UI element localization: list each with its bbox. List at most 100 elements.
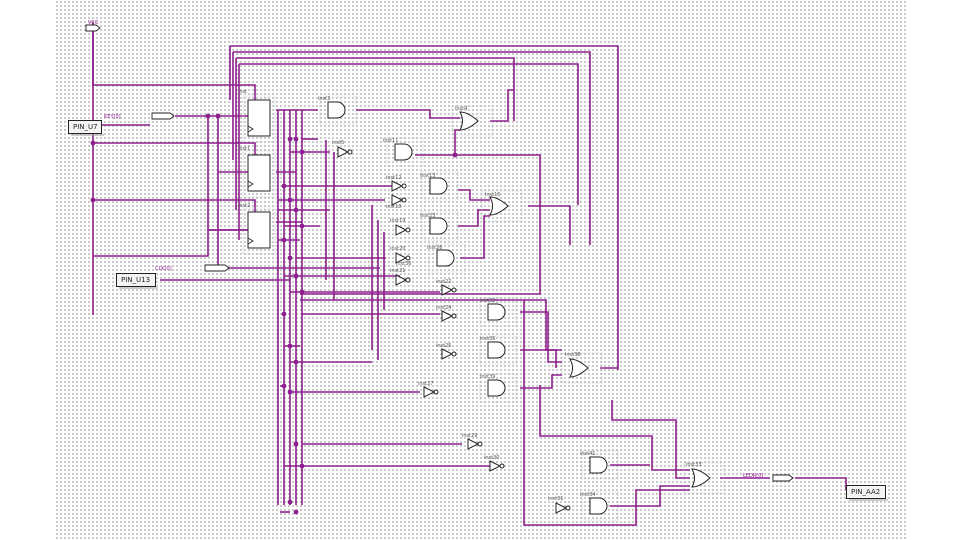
not-gate-bubble (401, 197, 407, 203)
junction-dot (293, 273, 299, 279)
wire (795, 477, 847, 490)
instance-label-inst22: inst22 (436, 279, 452, 285)
junction-dot (215, 113, 221, 119)
junction-dot (281, 183, 287, 189)
instance-label-inst36: inst36 (396, 261, 412, 267)
not-inst27 (423, 386, 436, 398)
instance-label-inst26: inst26 (427, 245, 443, 251)
not-gate-bubble (499, 463, 505, 469)
instance-label-inst12: inst12 (386, 175, 402, 181)
instance-label-inst18: inst18 (386, 204, 402, 210)
wire (611, 400, 690, 479)
junction-dot (281, 237, 287, 243)
instance-label-inst41: inst41 (580, 451, 596, 457)
instance-label-inst23: inst23 (420, 213, 436, 219)
not-inst5 (337, 146, 350, 158)
junction-dot (287, 136, 293, 142)
wire (458, 209, 490, 227)
instance-label-inst11: inst11 (383, 138, 399, 144)
key-input-symbol (151, 112, 175, 120)
or-inst38 (569, 358, 589, 378)
junction-dot (287, 499, 293, 505)
schematic-drawing: VCC KEY[0] CLK[0] LEDR[0] inst inst1 inst2 inst… (85, 20, 847, 526)
or-inst15 (489, 196, 509, 216)
instance-label-inst: inst (238, 89, 247, 95)
and-inst26 (436, 249, 455, 267)
wire (454, 129, 460, 155)
junction-dot (299, 463, 305, 469)
pin-aa2-box[interactable]: PIN_AA2 (846, 485, 888, 501)
and-inst23 (429, 217, 448, 235)
instance-label-inst20: inst20 (390, 246, 406, 252)
pin-u13-label: PIN_U13 (121, 276, 151, 284)
not-gate-bubble (405, 227, 411, 233)
junction-dot (293, 136, 299, 142)
gate-layer (85, 24, 794, 521)
not-gate-bubble (401, 183, 407, 189)
instance-label-inst29: inst29 (462, 433, 478, 439)
key-net-label: KEY[0] (104, 114, 121, 120)
not-inst21 (395, 274, 408, 286)
and-inst35 (487, 341, 506, 359)
not-gate-bubble (477, 441, 483, 447)
pin-u7-box[interactable]: PIN_U7 (68, 120, 104, 136)
not-inst24 (441, 310, 454, 322)
clk-net-label: CLK[0] (155, 266, 172, 272)
junction-dot (287, 197, 293, 203)
pin-u13-box[interactable]: PIN_U13 (116, 273, 158, 289)
not-inst19 (395, 224, 408, 236)
instance-label-inst35: inst35 (480, 336, 496, 342)
junction-dot (281, 311, 287, 317)
not-gate-bubble (565, 505, 571, 511)
junction-dot (281, 383, 287, 389)
and-inst34 (589, 497, 608, 515)
wire (300, 299, 562, 351)
instance-label-inst5: inst5 (332, 140, 344, 146)
dff-inst2 (247, 211, 271, 249)
wire (356, 109, 460, 119)
and-inst39 (487, 379, 506, 397)
not-inst29 (467, 438, 480, 450)
instance-label-inst19: inst19 (390, 218, 406, 224)
and-inst32 (487, 303, 506, 321)
instance-label-inst15: inst15 (485, 192, 501, 198)
junction-dot (293, 207, 299, 213)
wire-layer (90, 22, 847, 526)
junction-dot (287, 389, 293, 395)
dff-inst (247, 99, 271, 137)
instance-label-inst32: inst32 (480, 298, 496, 304)
junction-dot (205, 113, 211, 119)
not-gate-bubble (433, 389, 439, 395)
junction-dot (299, 149, 305, 155)
junction-dot (293, 359, 299, 365)
not-gate-bubble (347, 149, 353, 155)
pin-u7-label: PIN_U7 (73, 123, 98, 131)
wire (610, 485, 690, 507)
pin-aa2-label: PIN_AA2 (851, 488, 881, 496)
instance-label-inst2: inst2 (238, 203, 250, 209)
instance-label-inst25: inst25 (436, 343, 452, 349)
instance-label-inst33: inst33 (686, 462, 702, 468)
label-layer: VCC KEY[0] CLK[0] LEDR[0] inst inst1 inst2 inst… (88, 20, 763, 502)
not-gate-bubble (451, 287, 457, 293)
dff-inst1 (247, 154, 271, 192)
and-inst41 (589, 456, 608, 474)
not-gate-bubble (405, 255, 411, 261)
wire (520, 349, 557, 368)
junction-dot (293, 441, 299, 447)
instance-label-inst27: inst27 (418, 381, 434, 387)
wire (520, 374, 562, 389)
junction-dot (293, 509, 299, 515)
and-inst11 (394, 143, 413, 161)
vcc-net-label: VCC (88, 20, 99, 26)
wire (230, 45, 619, 370)
junction-dot (90, 197, 96, 203)
not-inst31 (555, 502, 568, 514)
instance-label-inst13: inst13 (420, 173, 436, 179)
instance-label-inst3: inst3 (318, 96, 330, 102)
wire (93, 229, 248, 257)
instance-label-inst21: inst21 (390, 268, 406, 274)
junction-dot (452, 152, 458, 158)
or-inst33 (691, 468, 711, 488)
instance-label-inst30: inst30 (484, 455, 500, 461)
